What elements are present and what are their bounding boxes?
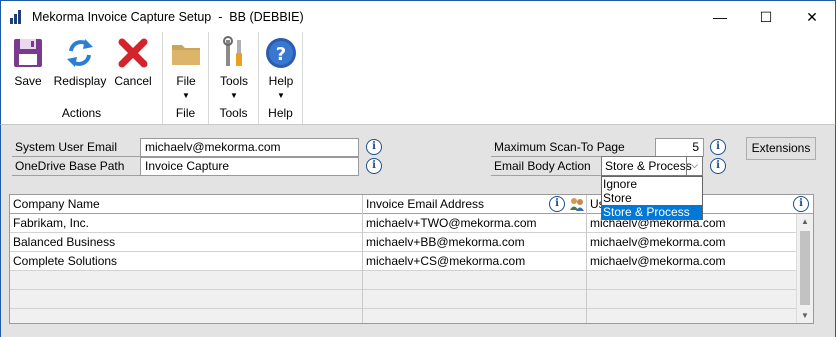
company-name-cell: Fabrikam, Inc.: [10, 214, 363, 233]
email-body-action-select[interactable]: Store & Process ⌵: [601, 156, 703, 176]
tools-label: Tools: [219, 74, 248, 88]
empty-cell: [10, 309, 363, 323]
empty-table-row[interactable]: [10, 290, 813, 309]
info-icon[interactable]: i: [710, 158, 726, 174]
system-user-email-label: System User Email: [12, 138, 140, 157]
title-bar: Mekorma Invoice Capture Setup - BB (DEBB…: [0, 0, 836, 32]
scroll-down-icon[interactable]: ▼: [797, 308, 813, 323]
ribbon-group-help: ? Help ▼ Help: [259, 32, 303, 124]
cancel-label: Cancel: [114, 74, 152, 88]
ribbon-group-label-tools: Tools: [219, 106, 248, 120]
redisplay-label: Redisplay: [53, 74, 107, 88]
setup-form: System User Email michaelv@mekorma.com i…: [0, 124, 836, 337]
cancel-button[interactable]: Cancel: [113, 36, 153, 88]
table-row[interactable]: Complete Solutions michaelv+CS@mekorma.c…: [10, 252, 813, 271]
tools-menu-button[interactable]: Tools ▼: [215, 36, 253, 100]
system-user-email-field[interactable]: michaelv@mekorma.com: [140, 138, 359, 157]
company-name-cell: Complete Solutions: [10, 252, 363, 271]
email-body-action-dropdown-list: Ignore Store Store & Process: [601, 176, 703, 220]
company-name-cell: Balanced Business: [10, 233, 363, 252]
empty-table-row[interactable]: [10, 309, 813, 323]
chevron-down-icon: ▼: [182, 91, 190, 100]
column-header-company-name[interactable]: Company Name: [10, 195, 363, 214]
empty-cell: [363, 309, 587, 323]
ribbon-group-label-actions: Actions: [61, 106, 102, 120]
help-label: Help: [268, 74, 294, 88]
save-label: Save: [14, 74, 42, 88]
chevron-down-icon[interactable]: ⌵: [686, 157, 702, 175]
refresh-icon: [63, 36, 97, 70]
invoice-email-cell: michaelv+TWO@mekorma.com: [363, 214, 587, 233]
file-label: File: [176, 74, 196, 88]
ribbon-group-actions: Save Redisplay Cancel Actions: [1, 32, 163, 124]
empty-cell: [363, 271, 587, 290]
maximize-button[interactable]: ☐: [743, 1, 789, 33]
window-title: Mekorma Invoice Capture Setup - BB (DEBB…: [32, 9, 304, 24]
cancel-icon: [116, 36, 150, 70]
extensions-button[interactable]: Extensions: [746, 137, 816, 160]
empty-cell: [10, 271, 363, 290]
dropdown-option-store[interactable]: Store: [602, 191, 702, 205]
close-button[interactable]: ✕: [789, 1, 835, 33]
ribbon-group-tools: Tools ▼ Tools: [209, 32, 259, 124]
folder-icon: [169, 36, 203, 70]
onedrive-base-path-field[interactable]: Invoice Capture: [140, 157, 359, 176]
info-icon[interactable]: i: [549, 196, 565, 212]
chevron-down-icon: ▼: [230, 91, 238, 100]
file-menu-button[interactable]: File ▼: [167, 36, 205, 100]
dropdown-option-store-and-process[interactable]: Store & Process: [602, 205, 702, 219]
email-body-action-value: Store & Process: [605, 159, 692, 173]
user-email-cell: michaelv@mekorma.com: [587, 252, 798, 271]
info-icon[interactable]: i: [366, 158, 382, 174]
chevron-down-icon: ▼: [277, 91, 285, 100]
info-icon[interactable]: i: [793, 196, 809, 212]
help-menu-button[interactable]: ? Help ▼: [262, 36, 300, 100]
tools-icon: [217, 36, 251, 70]
onedrive-base-path-label: OneDrive Base Path: [12, 157, 140, 176]
ribbon-group-file: File ▼ File: [163, 32, 209, 124]
email-body-action-label: Email Body Action: [491, 157, 601, 176]
scroll-up-icon[interactable]: ▲: [797, 214, 813, 230]
dropdown-option-ignore[interactable]: Ignore: [602, 177, 702, 191]
max-scan-to-page-label: Maximum Scan-To Page: [491, 138, 655, 157]
redisplay-button[interactable]: Redisplay: [51, 36, 109, 88]
vertical-scrollbar[interactable]: ▲ ▼: [796, 214, 813, 323]
ribbon-toolbar: Save Redisplay Cancel Actions File ▼ Fil…: [0, 32, 836, 124]
users-lookup-icon[interactable]: [569, 196, 585, 212]
empty-cell: [363, 290, 587, 309]
save-icon: [11, 36, 45, 70]
invoice-email-cell: michaelv+BB@mekorma.com: [363, 233, 587, 252]
invoice-email-cell: michaelv+CS@mekorma.com: [363, 252, 587, 271]
save-button[interactable]: Save: [9, 36, 47, 88]
empty-cell: [10, 290, 363, 309]
app-icon: [10, 9, 24, 24]
info-icon[interactable]: i: [366, 139, 382, 155]
empty-table-row[interactable]: [10, 271, 813, 290]
table-row[interactable]: Balanced Business michaelv+BB@mekorma.co…: [10, 233, 813, 252]
help-icon: ?: [264, 36, 298, 70]
info-icon[interactable]: i: [710, 139, 726, 155]
ribbon-group-label-help: Help: [268, 106, 293, 120]
max-scan-to-page-field[interactable]: 5: [655, 138, 704, 157]
minimize-button[interactable]: —: [697, 1, 743, 33]
svg-text:?: ?: [276, 44, 286, 65]
user-email-cell: michaelv@mekorma.com: [587, 233, 798, 252]
scroll-thumb[interactable]: [800, 231, 810, 305]
ribbon-group-label-file: File: [175, 106, 196, 120]
